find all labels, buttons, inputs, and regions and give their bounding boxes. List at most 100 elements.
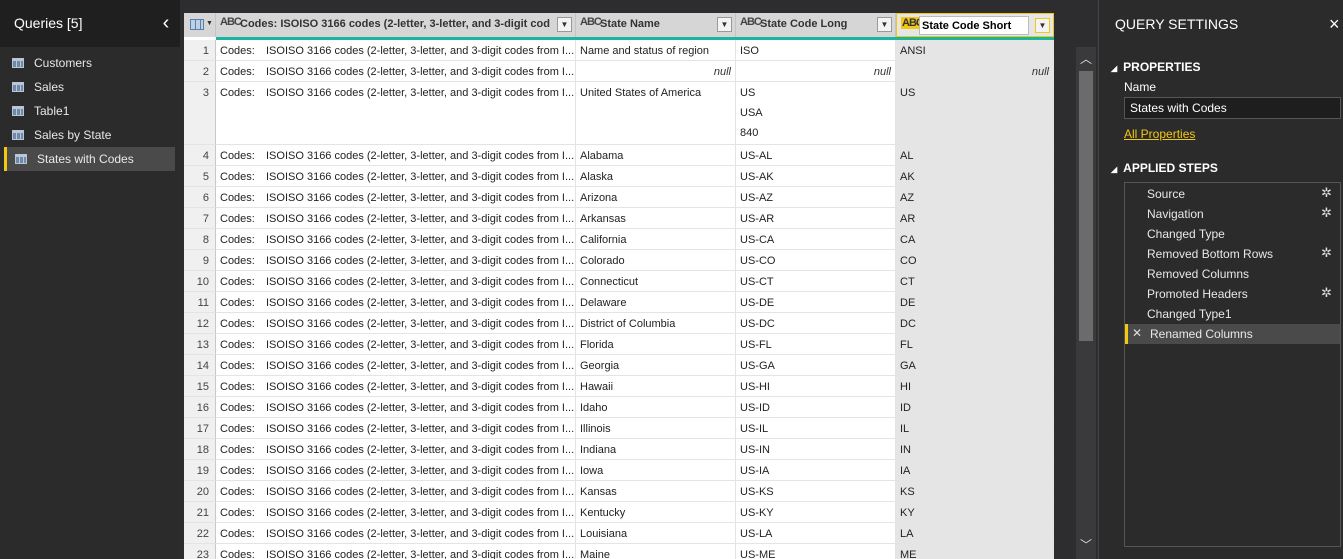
table-cell[interactable]: Codes: ISOISO 3166 codes (2-letter, 3-let… (216, 355, 576, 376)
table-cell[interactable]: US-IA (736, 460, 896, 481)
row-number[interactable]: 5 (184, 166, 216, 187)
row-number[interactable]: 12 (184, 313, 216, 334)
table-cell[interactable]: Codes: ISOISO 3166 codes (2-letter, 3-let… (216, 334, 576, 355)
applied-steps-heading[interactable]: ◢ APPLIED STEPS (1111, 161, 1218, 175)
table-cell[interactable]: Hawaii (576, 376, 736, 397)
table-cell[interactable]: Georgia (576, 355, 736, 376)
table-menu-button[interactable]: ▼ (184, 13, 216, 37)
table-cell[interactable]: Iowa (576, 460, 736, 481)
table-cell[interactable]: Name and status of region (576, 40, 736, 61)
table-cell[interactable]: US-CO (736, 250, 896, 271)
table-cell[interactable]: AR (896, 208, 1054, 229)
close-icon[interactable]: × (1329, 14, 1340, 35)
table-cell[interactable]: FL (896, 334, 1054, 355)
table-cell[interactable]: HI (896, 376, 1054, 397)
table-cell[interactable]: US-DE (736, 292, 896, 313)
table-cell[interactable]: Codes: ISOISO 3166 codes (2-letter, 3-let… (216, 418, 576, 439)
row-number[interactable]: 7 (184, 208, 216, 229)
row-number[interactable]: 15 (184, 376, 216, 397)
table-cell[interactable]: AL (896, 145, 1054, 166)
table-cell[interactable]: Kentucky (576, 502, 736, 523)
table-cell[interactable]: Codes: ISOISO 3166 codes (2-letter, 3-let… (216, 82, 576, 145)
table-cell[interactable]: GA (896, 355, 1054, 376)
applied-step[interactable]: Source ✲ (1125, 184, 1340, 204)
gear-icon[interactable]: ✲ (1321, 205, 1332, 221)
all-properties-link[interactable]: All Properties (1124, 127, 1195, 141)
table-cell[interactable]: US-ID (736, 397, 896, 418)
table-cell[interactable]: DE (896, 292, 1054, 313)
applied-step[interactable]: Removed Bottom Rows ✲ (1125, 244, 1340, 264)
table-cell[interactable]: Codes: ISOISO 3166 codes (2-letter, 3-let… (216, 166, 576, 187)
text-type-icon[interactable]: ABC (220, 16, 242, 28)
table-cell[interactable]: US-AR (736, 208, 896, 229)
table-cell[interactable]: null (576, 61, 736, 82)
table-cell[interactable]: Delaware (576, 292, 736, 313)
query-item[interactable]: Sales by State (4, 123, 175, 147)
table-cell[interactable]: US-CT (736, 271, 896, 292)
table-cell[interactable]: US-AZ (736, 187, 896, 208)
column-header-state-code-long[interactable]: ABC State Code Long ▼ (736, 13, 896, 37)
table-cell[interactable]: Kansas (576, 481, 736, 502)
table-cell[interactable]: Codes: ISOISO 3166 codes (2-letter, 3-let… (216, 460, 576, 481)
table-cell[interactable]: Alabama (576, 145, 736, 166)
table-cell[interactable]: LA (896, 523, 1054, 544)
table-cell[interactable]: ISO (736, 40, 896, 61)
table-cell[interactable]: Connecticut (576, 271, 736, 292)
table-cell[interactable]: US-CA (736, 229, 896, 250)
query-item[interactable]: Table1 (4, 99, 175, 123)
row-number[interactable]: 1 (184, 40, 216, 61)
table-cell[interactable]: Indiana (576, 439, 736, 460)
applied-step[interactable]: Changed Type (1125, 224, 1340, 244)
table-cell[interactable]: Codes: ISOISO 3166 codes (2-letter, 3-let… (216, 229, 576, 250)
text-type-icon[interactable]: ABC (580, 16, 602, 28)
scroll-up-icon[interactable]: ︿ (1078, 51, 1094, 67)
table-cell[interactable]: ANSI (896, 40, 1054, 61)
table-cell[interactable]: IA (896, 460, 1054, 481)
table-cell[interactable]: null (736, 61, 896, 82)
query-item[interactable]: Sales (4, 75, 175, 99)
table-cell[interactable]: Colorado (576, 250, 736, 271)
table-cell[interactable]: Codes: ISOISO 3166 codes (2-letter, 3-let… (216, 439, 576, 460)
table-cell[interactable]: US-HI (736, 376, 896, 397)
column-header-codes[interactable]: ABC Codes: ISOISO 3166 codes (2-letter, … (216, 13, 576, 37)
table-cell[interactable]: KS (896, 481, 1054, 502)
table-cell[interactable]: CO (896, 250, 1054, 271)
table-cell[interactable]: US-GA (736, 355, 896, 376)
table-cell[interactable]: DC (896, 313, 1054, 334)
properties-heading[interactable]: ◢ PROPERTIES (1111, 60, 1201, 74)
row-number[interactable]: 18 (184, 439, 216, 460)
vertical-scrollbar[interactable]: ︿ ﹀ (1076, 47, 1096, 559)
row-number[interactable]: 17 (184, 418, 216, 439)
row-number[interactable]: 13 (184, 334, 216, 355)
table-cell[interactable]: US-AK (736, 166, 896, 187)
row-number[interactable]: 4 (184, 145, 216, 166)
table-cell[interactable]: Illinois (576, 418, 736, 439)
delete-step-icon[interactable]: ✕ (1132, 326, 1142, 340)
applied-step[interactable]: Promoted Headers ✲ (1125, 284, 1340, 304)
table-cell[interactable]: Idaho (576, 397, 736, 418)
table-cell[interactable]: Codes: ISOISO 3166 codes (2-letter, 3-let… (216, 544, 576, 559)
table-cell[interactable]: IL (896, 418, 1054, 439)
row-number[interactable]: 22 (184, 523, 216, 544)
column-rename-input[interactable]: State Code Short (919, 16, 1029, 35)
row-number[interactable]: 19 (184, 460, 216, 481)
table-cell[interactable]: US-IL (736, 418, 896, 439)
scrollbar-thumb[interactable] (1079, 71, 1093, 341)
applied-step[interactable]: Changed Type1 (1125, 304, 1340, 324)
table-cell[interactable]: CA (896, 229, 1054, 250)
row-number[interactable]: 6 (184, 187, 216, 208)
table-cell[interactable]: US-ME (736, 544, 896, 559)
row-number[interactable]: 2 (184, 61, 216, 82)
table-cell[interactable]: US-FL (736, 334, 896, 355)
row-number[interactable]: 8 (184, 229, 216, 250)
table-cell[interactable]: Alaska (576, 166, 736, 187)
table-cell[interactable]: US USA 840 (736, 82, 896, 145)
scroll-down-icon[interactable]: ﹀ (1078, 537, 1094, 553)
table-cell[interactable]: AZ (896, 187, 1054, 208)
table-cell[interactable]: Codes: ISOISO 3166 codes (2-letter, 3-let… (216, 523, 576, 544)
table-cell[interactable]: US-KS (736, 481, 896, 502)
row-number[interactable]: 3 (184, 82, 216, 145)
query-item[interactable]: Customers (4, 51, 175, 75)
query-item[interactable]: States with Codes (4, 147, 175, 171)
table-cell[interactable]: AK (896, 166, 1054, 187)
